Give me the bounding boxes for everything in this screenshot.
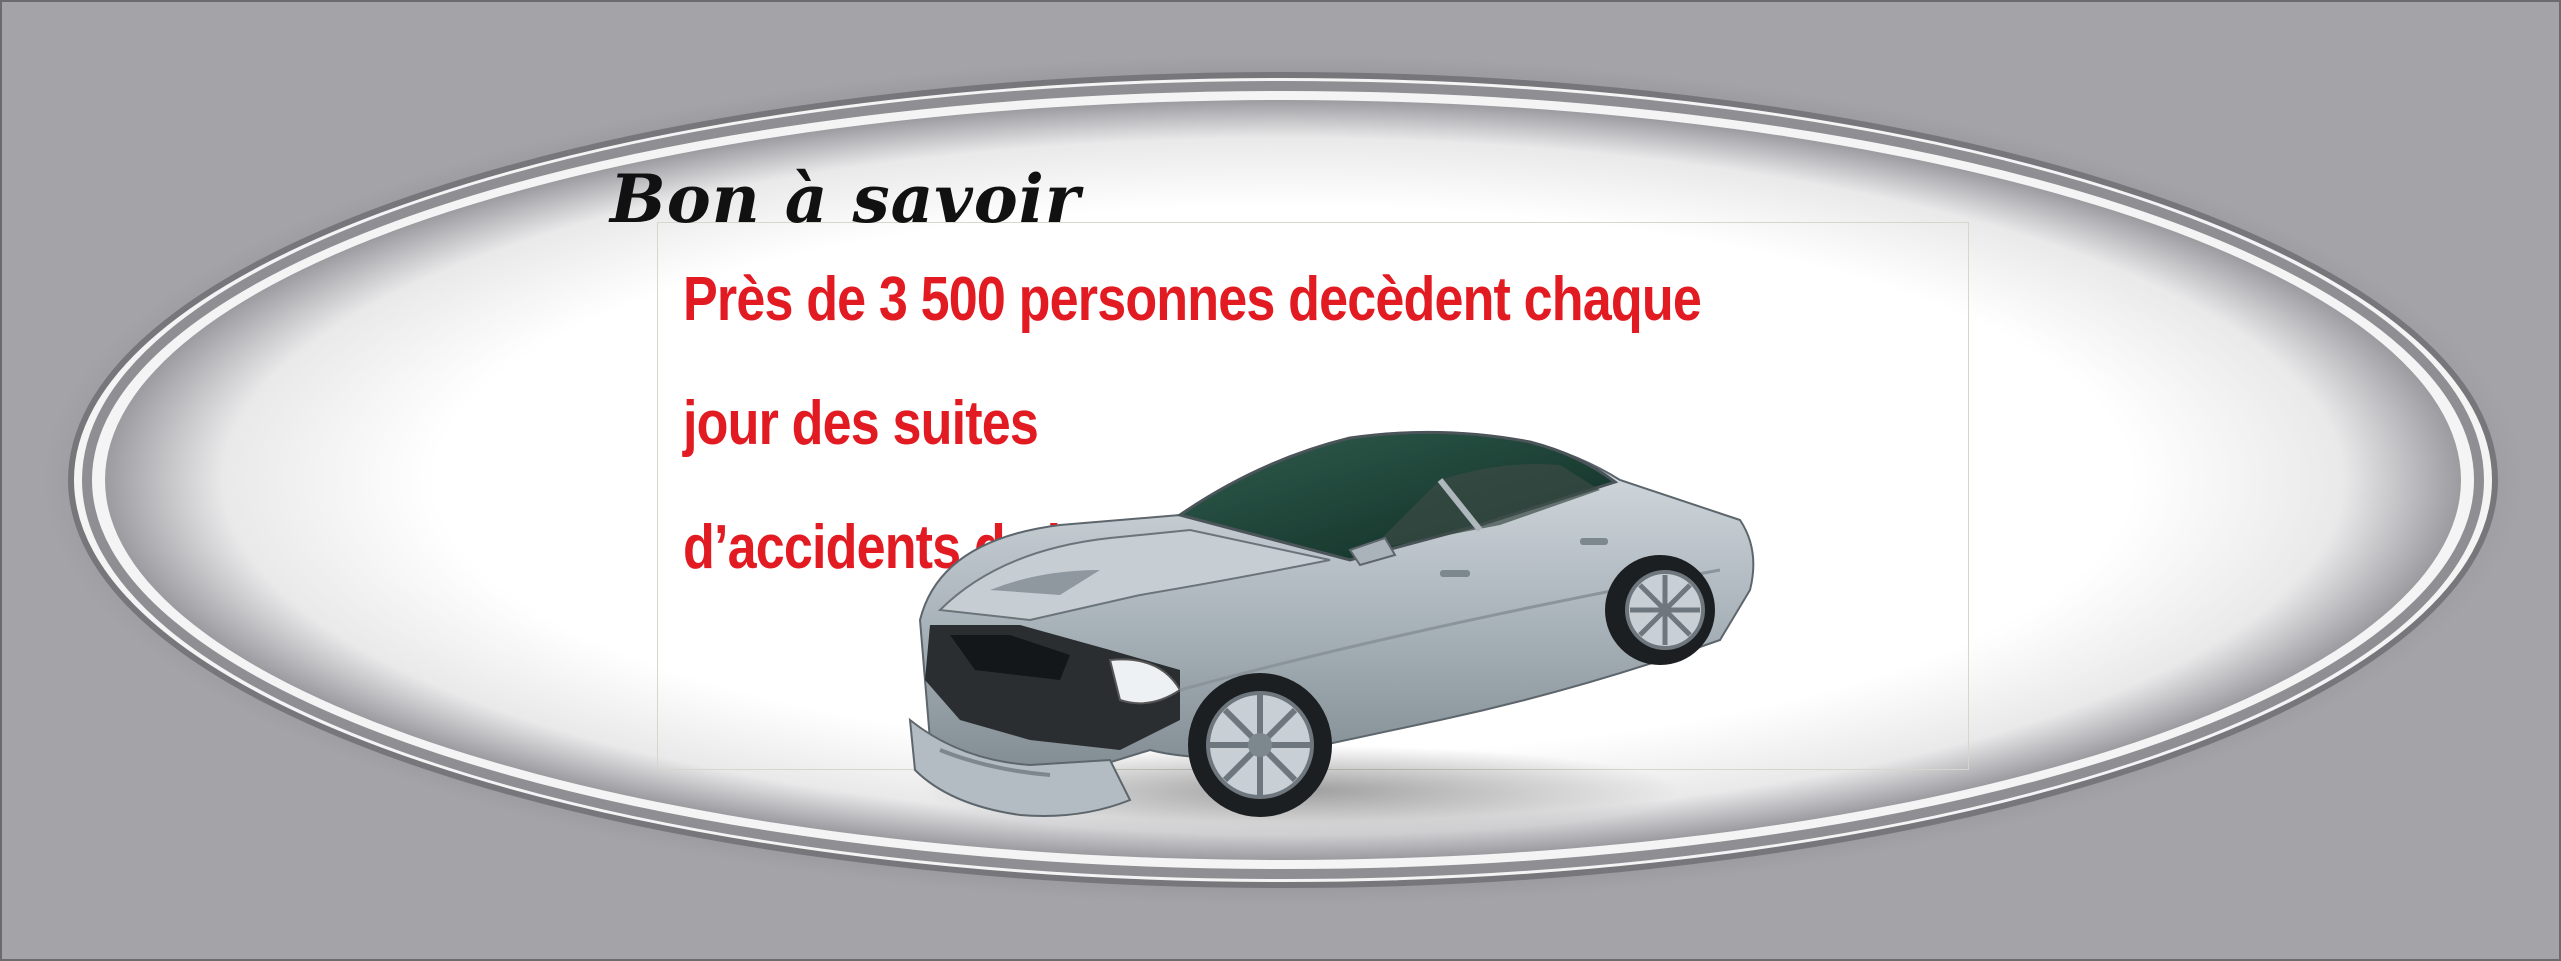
- heading-bon-a-savoir: Bon à savoir: [610, 160, 1081, 238]
- damaged-car-image: [908, 430, 1755, 835]
